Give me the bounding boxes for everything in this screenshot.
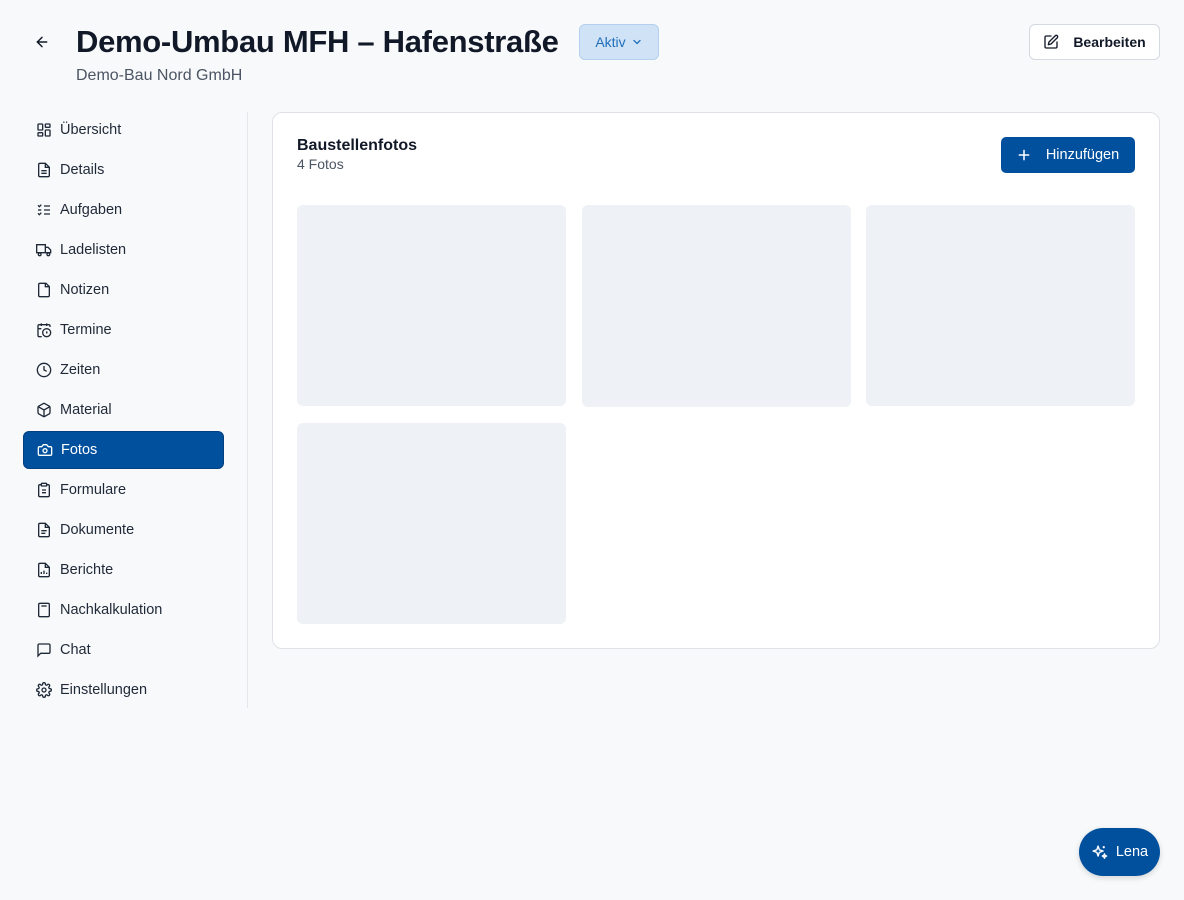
sidebar-nav: Übersicht Details Aufgaben Ladelisten No… bbox=[23, 111, 224, 711]
sidebar-item-label: Berichte bbox=[60, 562, 114, 578]
edit-button[interactable]: Bearbeiten bbox=[1029, 24, 1160, 60]
document-icon bbox=[36, 522, 52, 538]
sidebar-item-notizen[interactable]: Notizen bbox=[23, 271, 224, 309]
sidebar-item-label: Ladelisten bbox=[60, 242, 127, 258]
truck-icon bbox=[36, 242, 52, 258]
file-text-icon bbox=[36, 162, 52, 178]
sidebar-item-formulare[interactable]: Formulare bbox=[23, 471, 224, 509]
clock-icon bbox=[36, 362, 52, 378]
sidebar-item-aufgaben[interactable]: Aufgaben bbox=[23, 191, 224, 229]
sidebar-item-label: Zeiten bbox=[60, 362, 101, 378]
photo-thumbnail[interactable] bbox=[297, 205, 566, 406]
arrow-left-icon bbox=[36, 36, 48, 48]
sidebar-item-label: Aufgaben bbox=[60, 202, 123, 218]
sidebar-item-nachkalkulation[interactable]: Nachkalkulation bbox=[23, 591, 224, 629]
add-photo-button[interactable]: Hinzufügen bbox=[1001, 137, 1135, 173]
sidebar-item-material[interactable]: Material bbox=[23, 391, 224, 429]
photos-count: 4 Fotos bbox=[297, 156, 344, 172]
photos-card: Baustellenfotos 4 Fotos Hinzufügen bbox=[272, 112, 1160, 649]
note-icon bbox=[36, 282, 52, 298]
sidebar-item-label: Einstellungen bbox=[60, 682, 148, 698]
status-dropdown[interactable]: Aktiv bbox=[579, 24, 659, 60]
sidebar-item-chat[interactable]: Chat bbox=[23, 631, 224, 669]
sidebar-item-berichte[interactable]: Berichte bbox=[23, 551, 224, 589]
photo-thumbnail[interactable] bbox=[297, 423, 566, 624]
edit-icon bbox=[1044, 34, 1059, 49]
sidebar-item-einstellungen[interactable]: Einstellungen bbox=[23, 671, 224, 709]
company-name: Demo-Bau Nord GmbH bbox=[76, 67, 243, 84]
sidebar-item-label: Fotos bbox=[61, 442, 98, 458]
chevron-down-icon bbox=[633, 39, 641, 45]
sidebar-item-label: Details bbox=[60, 162, 105, 178]
sidebar-item-termine[interactable]: Termine bbox=[23, 311, 224, 349]
calculator-icon bbox=[36, 602, 52, 618]
photos-title: Baustellenfotos bbox=[297, 137, 418, 154]
status-label: Aktiv bbox=[595, 34, 626, 50]
back-button[interactable] bbox=[30, 30, 54, 54]
sidebar-item-fotos[interactable]: Fotos bbox=[23, 431, 224, 469]
page-title: Demo-Umbau MFH – Hafenstraße bbox=[76, 24, 559, 59]
add-photo-label: Hinzufügen bbox=[1045, 147, 1120, 163]
chat-icon bbox=[36, 642, 52, 658]
assistant-button[interactable]: Lena bbox=[1079, 828, 1160, 876]
calendar-clock-icon bbox=[36, 322, 52, 338]
sidebar-item-dokumente[interactable]: Dokumente bbox=[23, 511, 224, 549]
sidebar-item-uebersicht[interactable]: Übersicht bbox=[23, 111, 224, 149]
sidebar-item-label: Material bbox=[60, 402, 112, 418]
photo-thumbnail[interactable] bbox=[866, 205, 1135, 406]
sidebar-item-label: Chat bbox=[60, 642, 91, 658]
package-icon bbox=[36, 402, 52, 418]
assistant-label: Lena bbox=[1115, 844, 1149, 860]
checklist-icon bbox=[36, 202, 52, 218]
sidebar-item-label: Formulare bbox=[60, 482, 127, 498]
gear-icon bbox=[36, 682, 52, 698]
sidebar-item-label: Übersicht bbox=[60, 122, 122, 138]
sparkles-icon bbox=[1092, 844, 1108, 859]
sidebar-item-details[interactable]: Details bbox=[23, 151, 224, 189]
dashboard-icon bbox=[36, 122, 52, 138]
sidebar-item-label: Notizen bbox=[60, 282, 110, 298]
sidebar-item-label: Dokumente bbox=[60, 522, 135, 538]
plus-icon bbox=[1018, 149, 1030, 161]
camera-icon bbox=[37, 442, 53, 458]
report-icon bbox=[36, 562, 52, 578]
sidebar-divider bbox=[247, 112, 248, 708]
clipboard-icon bbox=[36, 482, 52, 498]
sidebar-item-zeiten[interactable]: Zeiten bbox=[23, 351, 224, 389]
sidebar-item-label: Termine bbox=[60, 322, 112, 338]
sidebar-item-ladelisten[interactable]: Ladelisten bbox=[23, 231, 224, 269]
sidebar-item-label: Nachkalkulation bbox=[60, 602, 163, 618]
photo-thumbnail[interactable] bbox=[582, 205, 851, 407]
edit-button-label: Bearbeiten bbox=[1073, 34, 1146, 50]
